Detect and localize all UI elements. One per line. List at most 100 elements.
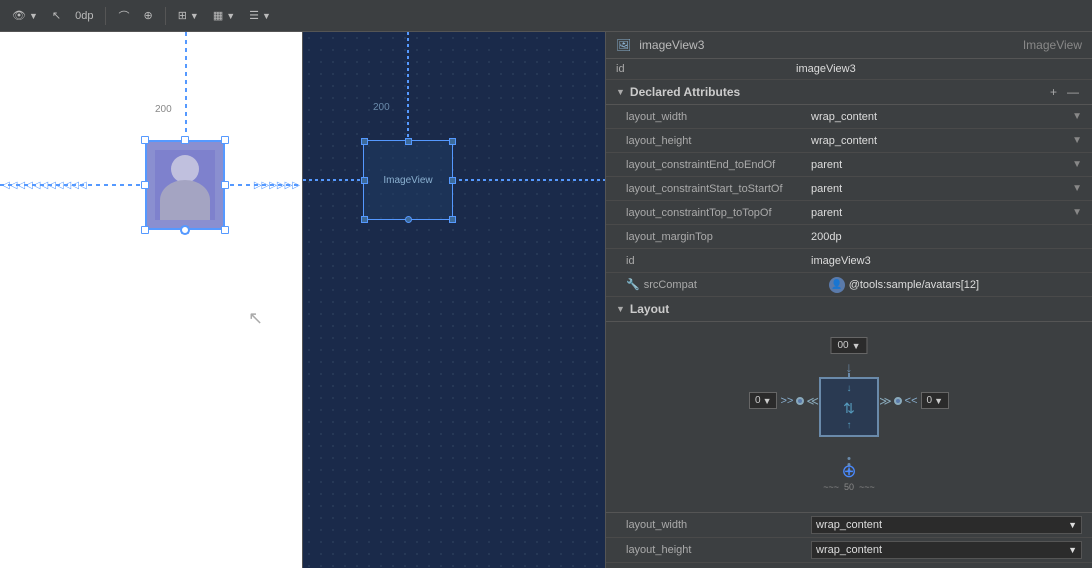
- attr-row-layout-width[interactable]: layout_width wrap_content ▼: [606, 105, 1092, 129]
- left-margin-control: 0 ▼ >> ≪: [749, 392, 819, 409]
- remove-attribute-button[interactable]: —: [1064, 85, 1082, 99]
- layout-width-dropdown[interactable]: ▼: [1072, 111, 1082, 122]
- attr-value-container-lh: wrap_content ▼: [811, 135, 1082, 147]
- layout-section: 00 ▼ ↓ ↓ ↑: [606, 322, 1092, 568]
- attr-row-constraint-end[interactable]: layout_constraintEnd_toEndOf parent ▼: [606, 153, 1092, 177]
- bp-handle-bc[interactable]: [405, 216, 412, 223]
- bp-handle-mr[interactable]: [449, 177, 456, 184]
- attr-value-container-ce: parent ▼: [811, 159, 1082, 171]
- layout-section-title: Layout: [630, 302, 1082, 316]
- handle-middle-right[interactable]: [221, 181, 229, 189]
- handle-top-center[interactable]: [181, 136, 189, 144]
- bp-handle-br[interactable]: [449, 216, 456, 223]
- offset-display[interactable]: 0dp: [71, 8, 97, 24]
- attr-name-id: id: [626, 255, 811, 267]
- path-tool[interactable]: ⌒: [114, 6, 133, 26]
- section-actions: + —: [1047, 85, 1082, 99]
- attr-name-constraint-end: layout_constraintEnd_toEndOf: [626, 159, 811, 171]
- layout-tool[interactable]: ▦ ▼: [209, 7, 239, 24]
- attr-name-margin-top: layout_marginTop: [626, 231, 811, 243]
- layout-width-select[interactable]: wrap_content ▼: [811, 516, 1082, 534]
- top-value: 00: [837, 340, 848, 351]
- constraint-arrow-left: ◁◁◁◁◁◁◁◁◁◁◁: [2, 180, 87, 191]
- bp-handle-ml[interactable]: [361, 177, 368, 184]
- right-arrow-left[interactable]: <<: [904, 394, 919, 408]
- id-row: id imageView3: [606, 59, 1092, 80]
- handle-top-right[interactable]: [221, 136, 229, 144]
- cd-center-arrows[interactable]: ⇅: [843, 400, 855, 417]
- bottom-attr-row-layout-width[interactable]: layout_width wrap_content ▼: [606, 513, 1092, 538]
- separator-2: [165, 7, 166, 25]
- layout-chevron: ▼: [226, 11, 235, 21]
- eye-icon: 👁: [12, 9, 26, 22]
- left-value-box[interactable]: 0 ▼: [749, 392, 777, 409]
- align-tool[interactable]: ☰ ▼: [245, 7, 275, 24]
- attr-row-constraint-top[interactable]: layout_constraintTop_toTopOf parent ▼: [606, 201, 1092, 225]
- widget-type-name: ImageView: [1023, 38, 1082, 52]
- constraint-end-dropdown[interactable]: ▼: [1072, 159, 1082, 170]
- offset-value: 0dp: [75, 10, 93, 22]
- constraint-arrow-right: ▷▷▷▷▷▷: [254, 180, 300, 191]
- grid-tool[interactable]: ⊞ ▼: [174, 7, 203, 24]
- bp-handle-tl[interactable]: [361, 138, 368, 145]
- avatar-thumbnail: 👤: [829, 277, 845, 293]
- add-constraint-button[interactable]: ⊕: [841, 461, 856, 482]
- add-attribute-button[interactable]: +: [1047, 85, 1060, 99]
- right-value-box[interactable]: 0 ▼: [921, 392, 949, 409]
- handle-bottom-right[interactable]: [221, 226, 229, 234]
- main-content: ◁◁◁◁◁◁◁◁◁◁◁ ▷▷▷▷▷▷ 200: [0, 32, 1092, 568]
- magnet-tool[interactable]: ⊕: [139, 7, 156, 24]
- magnet-icon: ⊕: [143, 9, 152, 22]
- top-value-select[interactable]: 00 ▼: [830, 337, 867, 354]
- layout-height-dropdown[interactable]: ▼: [1072, 135, 1082, 146]
- constraint-diagram: 00 ▼ ↓ ↓ ↑: [749, 337, 949, 497]
- constraint-start-dropdown[interactable]: ▼: [1072, 183, 1082, 194]
- constraint-top-dropdown[interactable]: ▼: [1072, 207, 1082, 218]
- bp-handle-bl[interactable]: [361, 216, 368, 223]
- declared-attributes-section-header: ▼ Declared Attributes + —: [606, 80, 1092, 105]
- attr-row-margin-top[interactable]: layout_marginTop 200dp: [606, 225, 1092, 249]
- attr-value-margin-top: 200dp: [811, 231, 1082, 243]
- attr-value-srccompat: @tools:sample/avatars[12]: [849, 279, 1082, 291]
- declared-attributes-title: Declared Attributes: [630, 85, 1042, 99]
- attr-value-constraint-end: parent: [811, 159, 1068, 171]
- blueprint-widget[interactable]: ImageView: [363, 140, 453, 220]
- attr-row-srccompat[interactable]: 🔧 srcCompat 👤 @tools:sample/avatars[12]: [606, 273, 1092, 297]
- bp-handle-tc[interactable]: [405, 138, 412, 145]
- bottom-attr-row-layout-height[interactable]: layout_height wrap_content ▼: [606, 538, 1092, 563]
- handle-middle-left[interactable]: [141, 181, 149, 189]
- left-connector-dot: [796, 397, 804, 405]
- top-dropdown-icon: ▼: [852, 341, 861, 351]
- handle-bottom-left[interactable]: [141, 226, 149, 234]
- blueprint-panel: 200 ImageView: [303, 32, 605, 568]
- attr-name-constraint-top: layout_constraintTop_toTopOf: [626, 207, 811, 219]
- handle-circle-bottom[interactable]: [180, 225, 190, 235]
- attr-row-constraint-start[interactable]: layout_constraintStart_toStartOf parent …: [606, 177, 1092, 201]
- attr-row-layout-height[interactable]: layout_height wrap_content ▼: [606, 129, 1092, 153]
- left-value: 0: [755, 395, 761, 406]
- image-widget-design[interactable]: [145, 140, 225, 230]
- grid-chevron: ▼: [190, 11, 199, 21]
- bottom-attr-name-lh: layout_height: [626, 544, 811, 556]
- bp-handle-tr[interactable]: [449, 138, 456, 145]
- layout-width-select-arrow: ▼: [1068, 520, 1077, 530]
- left-arrow-right[interactable]: >>: [779, 394, 794, 408]
- handle-top-left[interactable]: [141, 136, 149, 144]
- layout-collapse-icon[interactable]: ▼: [616, 304, 625, 314]
- canvas-area: ◁◁◁◁◁◁◁◁◁◁◁ ▷▷▷▷▷▷ 200: [0, 32, 605, 568]
- attr-value-constraint-top: parent: [811, 207, 1068, 219]
- bottom-margin-label: ~~~ 50 ~~~: [823, 482, 875, 492]
- attr-value-id: imageView3: [811, 255, 1082, 267]
- id-value: imageView3: [796, 63, 856, 75]
- attr-value-container-cs: parent ▼: [811, 183, 1082, 195]
- section-collapse-icon[interactable]: ▼: [616, 87, 625, 97]
- layout-height-select[interactable]: wrap_content ▼: [811, 541, 1082, 559]
- attr-row-id[interactable]: id imageView3: [606, 249, 1092, 273]
- cursor-tool[interactable]: ↖: [48, 7, 65, 24]
- attr-value-container-mt: 200dp: [811, 231, 1082, 243]
- bottom-attr-name-lw: layout_width: [626, 519, 811, 531]
- right-value: 0: [927, 395, 933, 406]
- attr-name-layout-width: layout_width: [626, 111, 811, 123]
- properties-panel: 🖼 imageView3 ImageView id imageView3 ▼ D…: [605, 32, 1092, 568]
- eye-toggle[interactable]: 👁 ▼: [8, 7, 42, 24]
